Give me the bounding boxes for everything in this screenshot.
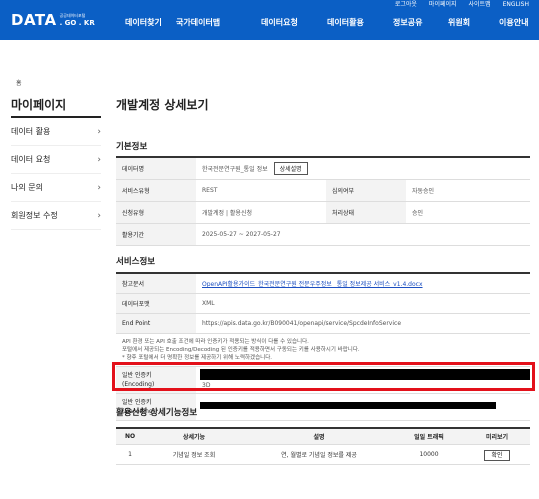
table-header-row: NO 상세기능 설명 일일 트래픽 미리보기 bbox=[116, 427, 530, 445]
sidebar-item-my-inquiry[interactable]: 나의 문의 › bbox=[11, 174, 101, 202]
sidebar-item-data-use[interactable]: 데이터 활용 › bbox=[11, 118, 101, 146]
encoding-key-highlight bbox=[112, 362, 535, 391]
data-name-label: 데이터명 bbox=[116, 156, 196, 180]
utility-links: 로그아웃 마이페이지 사이트맵 ENGLISH bbox=[395, 0, 529, 9]
table-row: 서비스유형 REST 심의여부 자동승인 bbox=[116, 179, 530, 202]
site-logo[interactable]: DATA 공공데이터포털 . GO . KR bbox=[11, 11, 95, 29]
data-name-cell: 한국전문연구원_통일 정보 상세설명 bbox=[196, 156, 530, 180]
service-type-label: 서비스유형 bbox=[116, 179, 196, 202]
chevron-right-icon: › bbox=[97, 182, 101, 193]
sitemap-link[interactable]: 사이트맵 bbox=[469, 0, 491, 9]
site-header: 로그아웃 마이페이지 사이트맵 ENGLISH DATA 공공데이터포털 . G… bbox=[0, 0, 539, 40]
basic-info-table: 데이터명 한국전문연구원_통일 정보 상세설명 서비스유형 REST 심의여부 … bbox=[116, 156, 530, 246]
decoding-key-redaction bbox=[200, 402, 496, 409]
process-status-label: 처리상태 bbox=[326, 201, 406, 224]
sidebar-title: 마이페이지 bbox=[11, 98, 67, 112]
table-row: 데이터포맷 XML bbox=[116, 293, 530, 314]
nav-data-request[interactable]: 데이터요청 bbox=[261, 17, 298, 28]
ref-doc-link[interactable]: OpenAPI활용가이드_한국전문연구원 전문우주정보 _통일 정보제공 서비스… bbox=[202, 281, 423, 288]
mypage-link[interactable]: 마이페이지 bbox=[429, 0, 457, 9]
functions-table: NO 상세기능 설명 일일 트래픽 미리보기 1 기념일 정보 조회 연, 월별… bbox=[116, 427, 530, 465]
chevron-right-icon: › bbox=[97, 126, 101, 137]
table-row: End Point https://apis.data.go.kr/B09004… bbox=[116, 313, 530, 334]
nav-guide[interactable]: 이용안내 bbox=[499, 17, 528, 28]
service-type-value: REST bbox=[196, 179, 326, 202]
apply-type-value: 개발계정 | 활용신청 bbox=[196, 201, 326, 224]
ref-doc-label: 참고문서 bbox=[116, 272, 196, 294]
functions-title: 활용신청 상세기능정보 bbox=[116, 408, 198, 418]
row-traffic: 10000 bbox=[394, 444, 464, 465]
sidebar-item-data-request[interactable]: 데이터 요청 › bbox=[11, 146, 101, 174]
chevron-right-icon: › bbox=[97, 154, 101, 165]
endpoint-value: https://apis.data.go.kr/B090041/openapi/… bbox=[196, 313, 530, 334]
nav-data-use[interactable]: 데이터활용 bbox=[327, 17, 364, 28]
auth-notice: API 환경 또는 API 호출 조건에 따라 인증키가 적용되는 방식이 다를… bbox=[122, 338, 360, 361]
col-no: NO bbox=[116, 427, 144, 445]
nav-committee[interactable]: 위원회 bbox=[448, 17, 470, 28]
format-label: 데이터포맷 bbox=[116, 293, 196, 314]
basic-info-title: 기본정보 bbox=[116, 142, 148, 152]
endpoint-label: End Point bbox=[116, 313, 196, 334]
table-row: 활용기간 2025-05-27 ~ 2027-05-27 bbox=[116, 223, 530, 246]
detail-description-button[interactable]: 상세설명 bbox=[273, 161, 308, 175]
nav-info-share[interactable]: 정보공유 bbox=[393, 17, 422, 28]
table-row: 신청유형 개발계정 | 활용신청 처리상태 승인 bbox=[116, 201, 530, 224]
row-function-name: 기념일 정보 조회 bbox=[144, 444, 244, 465]
service-info-table: 참고문서 OpenAPI활용가이드_한국전문연구원 전문우주정보 _통일 정보제… bbox=[116, 272, 530, 421]
chevron-right-icon: › bbox=[97, 210, 101, 221]
col-function: 상세기능 bbox=[144, 427, 244, 445]
col-traffic: 일일 트래픽 bbox=[394, 427, 464, 445]
row-no: 1 bbox=[116, 444, 144, 465]
logo-sub-text: . GO . KR bbox=[59, 19, 95, 27]
col-description: 설명 bbox=[244, 427, 394, 445]
english-link[interactable]: ENGLISH bbox=[503, 0, 529, 9]
row-description: 연, 월별로 기념일 정보를 제공 bbox=[244, 444, 394, 465]
sidebar-item-edit-profile[interactable]: 회원정보 수정 › bbox=[11, 202, 101, 230]
logout-link[interactable]: 로그아웃 bbox=[395, 0, 417, 9]
service-info-title: 서비스정보 bbox=[116, 257, 156, 267]
review-label: 심의여부 bbox=[326, 179, 406, 202]
page-title: 개발계정 상세보기 bbox=[116, 98, 209, 112]
review-value: 자동승인 bbox=[406, 179, 530, 202]
sidebar-menu: 데이터 활용 › 데이터 요청 › 나의 문의 › 회원정보 수정 › bbox=[11, 118, 101, 230]
home-icon[interactable]: 홈 bbox=[16, 78, 22, 87]
table-row: 참고문서 OpenAPI활용가이드_한국전문연구원 전문우주정보 _통일 정보제… bbox=[116, 272, 530, 294]
ref-doc-cell: OpenAPI활용가이드_한국전문연구원 전문우주정보 _통일 정보제공 서비스… bbox=[196, 272, 530, 294]
nav-data-find[interactable]: 데이터찾기 bbox=[125, 17, 162, 28]
data-name-value: 한국전문연구원_통일 정보 bbox=[202, 165, 268, 173]
table-row: 1 기념일 정보 조회 연, 월별로 기념일 정보를 제공 10000 확인 bbox=[116, 444, 530, 465]
preview-button[interactable]: 확인 bbox=[484, 449, 510, 461]
process-status-value: 승인 bbox=[406, 201, 530, 224]
period-label: 활용기간 bbox=[116, 223, 196, 246]
col-preview: 미리보기 bbox=[464, 427, 530, 445]
period-value: 2025-05-27 ~ 2027-05-27 bbox=[196, 223, 530, 246]
nav-national-data-map[interactable]: 국가데이터맵 bbox=[176, 17, 220, 28]
logo-main-text: DATA bbox=[11, 11, 57, 29]
apply-type-label: 신청유형 bbox=[116, 201, 196, 224]
table-row: 데이터명 한국전문연구원_통일 정보 상세설명 bbox=[116, 156, 530, 180]
format-value: XML bbox=[196, 293, 530, 314]
